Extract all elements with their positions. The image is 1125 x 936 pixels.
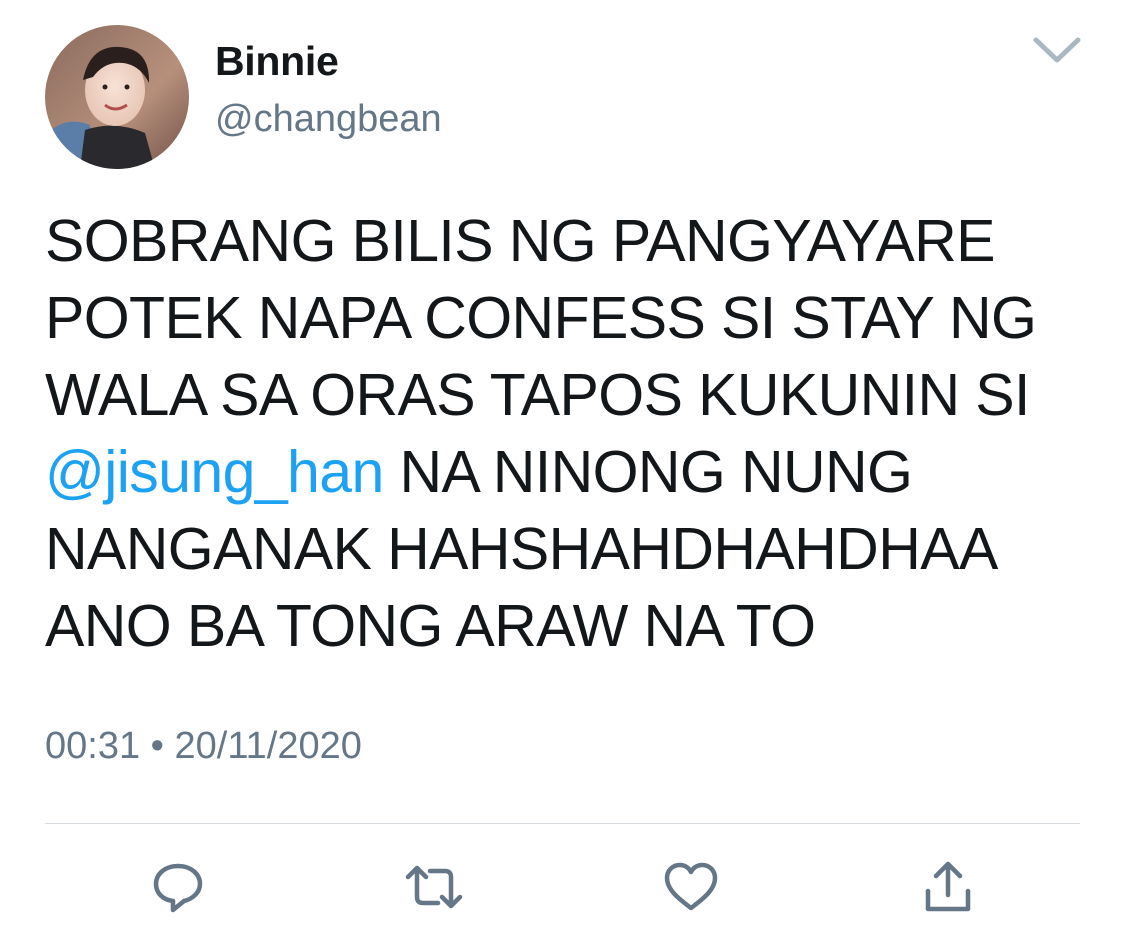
avatar[interactable] <box>45 25 189 169</box>
tweet-text-line: POTEK NAPA CONFESS SI STAY NG <box>45 285 1037 351</box>
tweet-text-fragment: NA NINONG NUNG <box>383 439 913 505</box>
reply-button[interactable] <box>148 857 208 917</box>
tweet-text-line: @jisung_han NA NINONG NUNG <box>45 434 1085 511</box>
avatar-image <box>45 25 189 169</box>
heart-icon <box>664 862 718 911</box>
mention-link[interactable]: @jisung_han <box>45 439 384 505</box>
reply-icon <box>153 863 203 913</box>
chevron-down-icon[interactable] <box>1030 30 1084 70</box>
divider <box>45 823 1080 824</box>
retweet-button[interactable] <box>404 857 464 917</box>
tweet-timestamp[interactable]: 00:31 • 20/11/2020 <box>45 722 362 770</box>
tweet-text-line: NANGANAK HAHSHAHDHAHDHAA <box>45 516 998 582</box>
tweet-text-line: ANO BA TONG ARAW NA TO <box>45 593 816 659</box>
tweet-text-line: SOBRANG BILIS NG PANGYAYARE <box>45 208 996 274</box>
share-button[interactable] <box>918 857 978 917</box>
display-name[interactable]: Binnie <box>215 36 339 86</box>
retweet-icon <box>405 865 463 909</box>
tweet-text-line: WALA SA ORAS TAPOS KUKUNIN SI <box>45 362 1030 428</box>
tweet-date: 20/11/2020 <box>174 725 362 767</box>
timestamp-separator: • <box>150 725 164 767</box>
user-handle[interactable]: @changbean <box>215 95 442 143</box>
like-button[interactable] <box>661 857 721 917</box>
tweet-text: SOBRANG BILIS NG PANGYAYARE POTEK NAPA C… <box>45 203 1085 665</box>
share-icon <box>925 861 971 912</box>
tweet-time: 00:31 <box>45 725 141 767</box>
